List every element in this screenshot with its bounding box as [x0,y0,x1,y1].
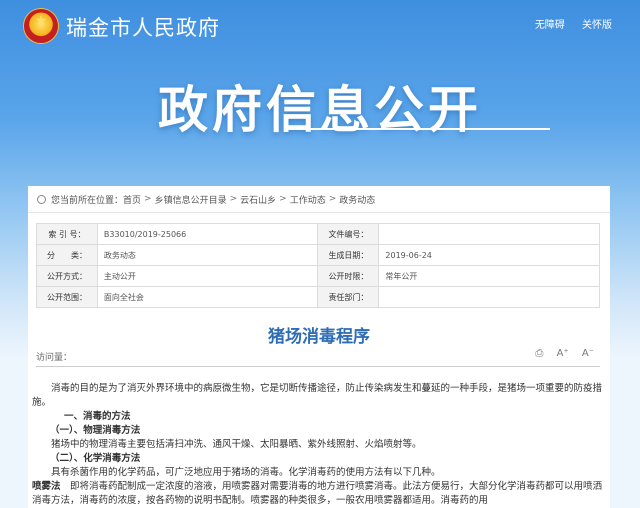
care-mode-link[interactable]: 关怀版 [582,20,612,31]
font-increase-icon[interactable]: A⁺ [557,348,569,359]
breadcrumb-gov-news[interactable]: 政务动态 [339,193,375,206]
paragraph-text: 即将消毒药配制成一定浓度的溶液，用喷雾器对需要消毒的地方进行喷雾消毒。此法方便易… [32,481,603,506]
site-title[interactable]: 瑞金市人民政府 [66,12,220,42]
article-title: 猪场消毒程序 [268,327,370,347]
print-icon[interactable]: ⎙ [535,348,543,359]
table-row: 索 引 号： B33010/2019-25066 文件编号： [36,223,600,245]
section-heading: 一、消毒的方法 [64,411,131,422]
meta-key: 责任部门： [317,286,380,308]
breadcrumb-catalog[interactable]: 乡镇信息公开目录 [155,193,227,206]
meta-key: 公开时限： [317,265,380,287]
table-row: 分 类： 政务动态 生成日期： 2019-06-24 [36,244,600,266]
breadcrumb: 您当前所在位置： 首页 > 乡镇信息公开目录 > 云石山乡 > 工作动态 > 政… [28,186,610,213]
meta-key: 索 引 号： [36,223,98,245]
meta-value: 面向全社会 [96,286,319,308]
site-header: 瑞金市人民政府 无障碍 关怀版 [0,0,640,48]
table-row: 公开范围： 面向全社会 责任部门： [36,286,600,308]
subsection-heading: （二）、化学消毒方法 [50,453,141,464]
location-icon [37,194,46,204]
paragraph: 消毒的目的是为了消灭外界环境中的病原微生物，它是切断传播途径，防止传染病发生和蔓… [32,383,603,408]
meta-key: 生成日期： [317,244,380,266]
meta-value [378,286,600,308]
divider [36,366,600,367]
paragraph: 具有杀菌作用的化学药品，可广泛地应用于猪场的消毒。化学消毒药的使用方法有以下几种… [51,467,441,478]
breadcrumb-prefix: 您当前所在位置： [51,195,124,206]
meta-key: 文件编号： [317,223,380,245]
visit-count-label: 访问量： [36,353,73,363]
subsection-heading: （一）、物理消毒方法 [50,425,141,436]
meta-value: 2019-06-24 [378,244,600,266]
info-metadata-table: 索 引 号： B33010/2019-25066 文件编号： 分 类： 政务动态… [36,223,600,308]
meta-key: 公开方式： [36,265,98,287]
breadcrumb-home[interactable]: 首页 [123,193,141,206]
meta-value: 主动公开 [96,265,319,287]
meta-key: 分 类： [36,244,98,266]
accessibility-link[interactable]: 无障碍 [535,20,565,31]
meta-value: 政务动态 [96,244,319,266]
article-tools: ⎙ A⁺ A⁻ [525,348,594,359]
content-panel: 您当前所在位置： 首页 > 乡镇信息公开目录 > 云石山乡 > 工作动态 > 政… [28,186,610,508]
breadcrumb-sep: > [144,194,152,204]
paragraph: 喷雾法 即将消毒药配制成一定浓度的溶液，用喷雾器对需要消毒的地方进行喷雾消毒。此… [32,480,606,508]
breadcrumb-sep: > [279,194,287,204]
banner-title: 政府信息公开 [158,81,482,139]
meta-key: 公开范围： [36,286,98,308]
breadcrumb-sep: > [328,194,337,204]
top-links: 无障碍 关怀版 [521,16,612,31]
breadcrumb-township[interactable]: 云石山乡 [240,193,276,206]
breadcrumb-sep: > [229,194,238,204]
font-decrease-icon[interactable]: A⁻ [582,348,594,359]
article-body: 消毒的目的是为了消灭外界环境中的病原微生物，它是切断传播途径，防止传染病发生和蔓… [32,382,606,508]
meta-value [378,223,600,245]
banner-underline [290,128,550,130]
paragraph-lead: 喷雾法 [32,481,61,492]
national-emblem-icon [24,9,58,43]
meta-value: 常年公开 [378,265,600,287]
meta-value: B33010/2019-25066 [96,223,319,245]
paragraph: 猪场中的物理消毒主要包括清扫冲洗、通风干燥、太阳暴晒、紫外线照射、火焰喷射等。 [51,439,422,450]
table-row: 公开方式： 主动公开 公开时限： 常年公开 [36,265,600,287]
breadcrumb-work-news[interactable]: 工作动态 [290,193,326,206]
